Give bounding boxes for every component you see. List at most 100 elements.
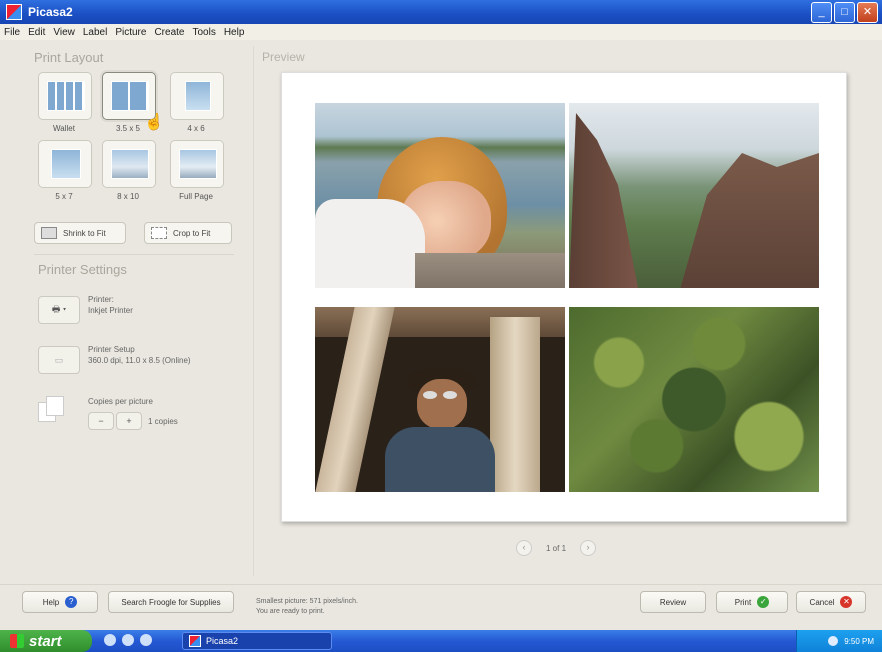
page-indicator: 1 of 1 bbox=[546, 543, 567, 553]
print-preview-page bbox=[281, 72, 847, 522]
picasa-task-icon bbox=[189, 635, 201, 647]
help-icon: ? bbox=[65, 596, 78, 608]
menu-label[interactable]: Label bbox=[83, 27, 107, 38]
start-button[interactable]: start bbox=[0, 630, 92, 652]
photo-child-by-lake[interactable] bbox=[315, 103, 565, 288]
printer-setup-detail: 360.0 dpi, 11.0 x 8.5 (Online) bbox=[88, 356, 191, 365]
layout-3-5x5-icon bbox=[111, 81, 149, 111]
review-button[interactable]: Review bbox=[640, 591, 706, 613]
printer-icon: 🖶 ▾ bbox=[51, 304, 67, 314]
layout-full-page-label: Full Page bbox=[179, 192, 213, 201]
photo-man-in-hat[interactable] bbox=[315, 307, 565, 492]
section-divider bbox=[34, 254, 234, 255]
layout-5x7-button[interactable] bbox=[38, 140, 92, 188]
printer-select-button[interactable]: 🖶 ▾ bbox=[38, 296, 80, 324]
search-froogle-label: Search Froogle for Supplies bbox=[121, 597, 221, 607]
status-text: Smallest picture: 571 pixels/inch. You a… bbox=[256, 597, 358, 617]
tray-icon[interactable] bbox=[828, 636, 839, 646]
layout-wallet-button[interactable] bbox=[38, 72, 92, 120]
crop-to-fit-icon bbox=[151, 227, 167, 239]
left-panel: Print Layout Wallet 3.5 x 5 ☝ 4 x 6 5 x … bbox=[24, 48, 240, 578]
windows-logo-icon bbox=[10, 634, 24, 648]
copies-value: 1 copies bbox=[148, 417, 178, 426]
print-layout-title: Print Layout bbox=[34, 50, 104, 65]
print-button[interactable]: Print ✓ bbox=[716, 591, 788, 613]
shrink-to-fit-label: Shrink to Fit bbox=[63, 228, 106, 238]
minus-icon: − bbox=[98, 416, 104, 426]
picasa-app-icon bbox=[6, 4, 22, 20]
layout-8x10-icon bbox=[111, 149, 149, 179]
cancel-label: Cancel bbox=[809, 597, 835, 607]
layout-4x6-icon bbox=[185, 81, 211, 111]
review-label: Review bbox=[659, 597, 687, 607]
menu-edit[interactable]: Edit bbox=[28, 27, 45, 38]
window-title: Picasa2 bbox=[28, 5, 73, 19]
menu-bar: File Edit View Label Picture Create Tool… bbox=[0, 24, 882, 40]
minimize-button[interactable]: _ bbox=[811, 2, 832, 23]
copies-label: Copies per picture bbox=[88, 397, 153, 406]
layout-full-page-icon bbox=[179, 149, 217, 179]
layout-wallet-label: Wallet bbox=[53, 124, 75, 133]
photo-green-moss[interactable] bbox=[569, 307, 819, 492]
help-button[interactable]: Help ? bbox=[22, 591, 98, 613]
menu-file[interactable]: File bbox=[4, 27, 20, 38]
layout-4x6-label: 4 x 6 bbox=[187, 124, 205, 133]
printer-name: Inkjet Printer bbox=[88, 306, 133, 315]
maximize-button[interactable]: □ bbox=[834, 2, 855, 23]
shrink-to-fit-icon bbox=[41, 227, 57, 239]
panel-separator bbox=[253, 46, 254, 576]
menu-picture[interactable]: Picture bbox=[115, 27, 146, 38]
shrink-to-fit-button[interactable]: Shrink to Fit bbox=[34, 222, 126, 244]
copies-decrease-button[interactable]: − bbox=[88, 412, 114, 430]
copies-increase-button[interactable]: + bbox=[116, 412, 142, 430]
preview-title: Preview bbox=[262, 50, 305, 64]
status-line-1: Smallest picture: 571 pixels/inch. bbox=[256, 598, 358, 605]
taskbar-item-picasa[interactable]: Picasa2 bbox=[182, 632, 332, 650]
previous-page-button[interactable]: ‹ bbox=[516, 540, 532, 556]
menu-create[interactable]: Create bbox=[154, 27, 184, 38]
hand-cursor-icon: ☝ bbox=[144, 114, 164, 131]
layout-wallet-icon bbox=[47, 81, 85, 111]
printer-settings-title: Printer Settings bbox=[38, 262, 127, 277]
bottom-action-bar: Help ? Search Froogle for Supplies Small… bbox=[0, 584, 882, 627]
help-label: Help bbox=[42, 597, 60, 607]
layout-full-page-button[interactable] bbox=[170, 140, 224, 188]
cancel-icon: ✕ bbox=[840, 596, 853, 608]
quick-launch-icon-1[interactable] bbox=[104, 634, 116, 646]
next-page-button[interactable]: › bbox=[580, 540, 597, 556]
cancel-button[interactable]: Cancel ✕ bbox=[796, 591, 866, 613]
printer-setup-info: Printer Setup 360.0 dpi, 11.0 x 8.5 (Onl… bbox=[88, 344, 191, 366]
layout-8x10-button[interactable] bbox=[102, 140, 156, 188]
plus-icon: + bbox=[126, 416, 132, 426]
quick-launch-icon-2[interactable] bbox=[122, 634, 134, 646]
printer-setup-button[interactable]: ▭ bbox=[38, 346, 80, 374]
menu-view[interactable]: View bbox=[53, 27, 75, 38]
status-line-2: You are ready to print. bbox=[256, 608, 325, 615]
printer-setup-icon: ▭ bbox=[54, 354, 64, 365]
layout-5x7-label: 5 x 7 bbox=[55, 192, 73, 201]
search-froogle-button[interactable]: Search Froogle for Supplies bbox=[108, 591, 234, 613]
copies-icon bbox=[38, 394, 68, 422]
clock: 9:50 PM bbox=[844, 636, 874, 646]
close-button[interactable]: ✕ bbox=[857, 2, 878, 23]
quick-launch bbox=[104, 634, 152, 646]
layout-5x7-icon bbox=[51, 149, 81, 179]
crop-to-fit-button[interactable]: Crop to Fit bbox=[144, 222, 232, 244]
printer-setup-label: Printer Setup bbox=[88, 345, 135, 354]
window-titlebar: Picasa2 _ □ ✕ bbox=[0, 0, 882, 24]
windows-taskbar: start Picasa2 9:50 PM bbox=[0, 630, 882, 652]
printer-info: Printer: Inkjet Printer bbox=[88, 294, 133, 316]
print-check-icon: ✓ bbox=[757, 596, 770, 608]
quick-launch-icon-3[interactable] bbox=[140, 634, 152, 646]
taskbar-item-label: Picasa2 bbox=[206, 636, 239, 646]
crop-to-fit-label: Crop to Fit bbox=[173, 228, 211, 238]
start-label: start bbox=[29, 632, 62, 650]
system-tray: 9:50 PM bbox=[796, 630, 882, 652]
menu-help[interactable]: Help bbox=[224, 27, 245, 38]
layout-8x10-label: 8 x 10 bbox=[117, 192, 139, 201]
printer-label: Printer: bbox=[88, 295, 114, 304]
menu-tools[interactable]: Tools bbox=[192, 27, 215, 38]
page-navigator: ‹ 1 of 1 › bbox=[516, 540, 597, 556]
photo-canyon-rocks[interactable] bbox=[569, 103, 819, 288]
layout-4x6-button[interactable] bbox=[170, 72, 224, 120]
